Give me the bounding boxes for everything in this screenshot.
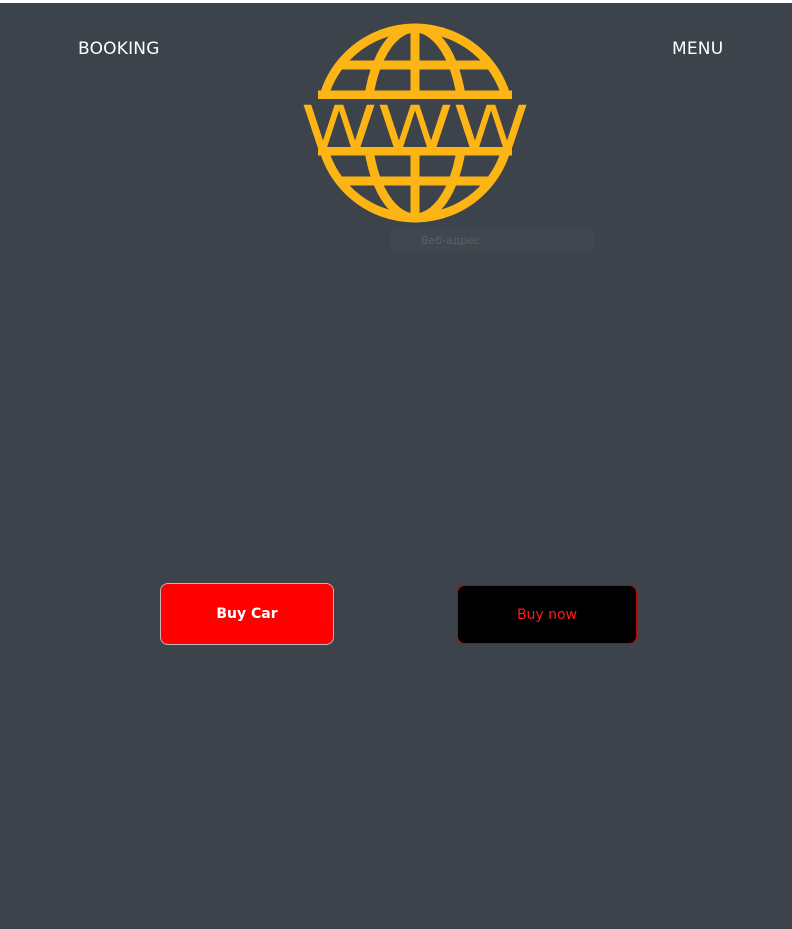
- www-globe-logo: WWW: [298, 23, 532, 223]
- nav-booking-link[interactable]: BOOKING: [78, 39, 160, 59]
- nav-menu-link[interactable]: MENU: [672, 39, 723, 59]
- logo-text: WWW: [301, 93, 529, 161]
- buy-car-button[interactable]: Buy Car: [160, 583, 334, 645]
- page-background: BOOKING MENU WWW Buy Car Buy now: [0, 3, 792, 929]
- search-input[interactable]: [390, 229, 595, 251]
- buy-now-button[interactable]: Buy now: [457, 585, 637, 644]
